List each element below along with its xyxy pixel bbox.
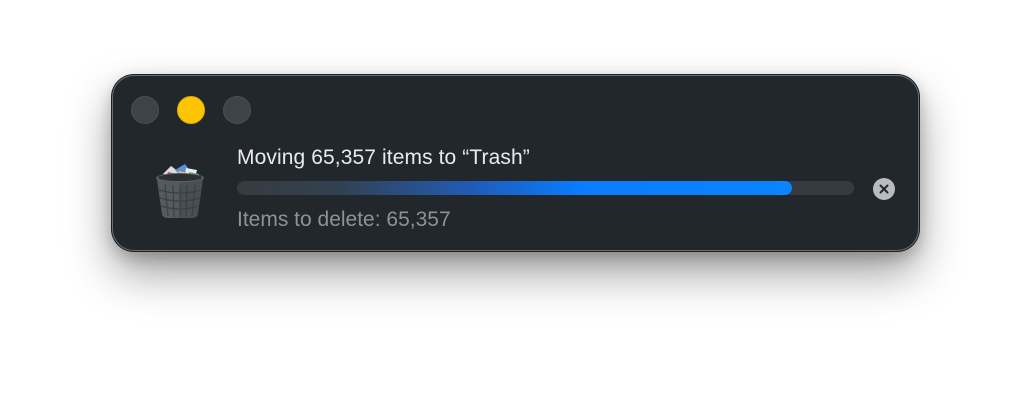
items-remaining-label: Items to delete: 65,357 (237, 208, 451, 231)
cancel-button[interactable] (873, 178, 895, 200)
minimize-window-button[interactable] (177, 96, 205, 124)
trash-can-icon (153, 160, 207, 220)
progress-title: Moving 65,357 items to “Trash” (237, 146, 530, 169)
cancel-x-icon (879, 184, 889, 194)
copy-progress-window: Moving 65,357 items to “Trash” Items to … (112, 75, 919, 251)
progress-bar (237, 181, 854, 195)
zoom-window-button[interactable] (223, 96, 251, 124)
stage: Moving 65,357 items to “Trash” Items to … (0, 0, 1032, 400)
window-controls (131, 96, 251, 124)
progress-bar-fill (237, 181, 793, 195)
close-window-button[interactable] (131, 96, 159, 124)
